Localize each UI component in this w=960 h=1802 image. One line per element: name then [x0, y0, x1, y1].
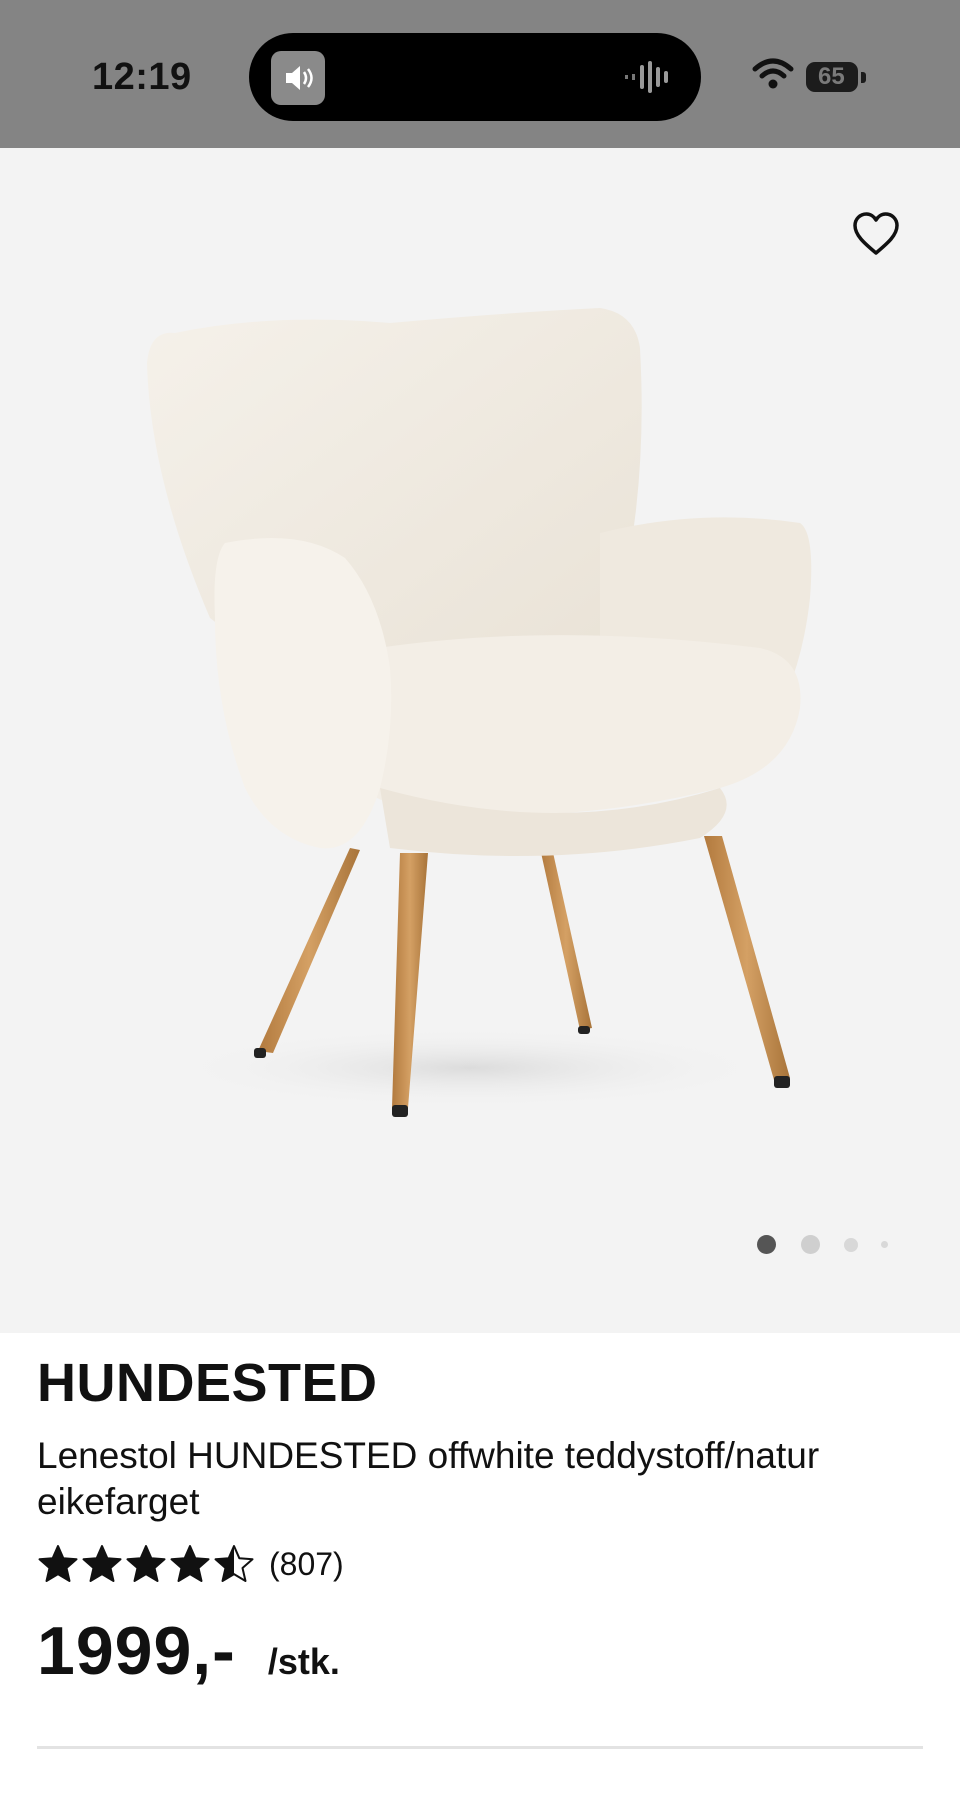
battery-icon: 65: [806, 62, 858, 92]
review-count: (807): [269, 1545, 344, 1582]
pagination-dot-3[interactable]: [844, 1238, 858, 1252]
product-image-chair: [147, 308, 812, 1117]
product-rating[interactable]: (807): [37, 1542, 344, 1586]
status-time: 12:19: [92, 56, 192, 98]
pagination-dot-4[interactable]: [881, 1241, 888, 1248]
product-price: 1999,-: [37, 1613, 236, 1689]
star-full-icon: [126, 1545, 166, 1582]
price-unit: /stk.: [267, 1641, 340, 1682]
battery-level: 65: [818, 63, 845, 90]
wifi-icon: [752, 58, 794, 95]
status-bar: 12:19 65: [0, 0, 960, 148]
dynamic-island[interactable]: [249, 33, 701, 121]
star-full-icon: [82, 1545, 122, 1582]
rating-stars: [37, 1543, 255, 1585]
star-full-icon: [38, 1545, 78, 1582]
battery-cap: [861, 72, 866, 83]
star-half-icon: [214, 1545, 254, 1582]
pagination-dot-1[interactable]: [757, 1235, 776, 1254]
heart-outline-icon[interactable]: [850, 208, 902, 260]
gallery-pagination[interactable]: [754, 1232, 914, 1256]
price-row: 1999,- /stk.: [37, 1612, 340, 1690]
speaker-icon: [271, 51, 325, 105]
star-full-icon: [170, 1545, 210, 1582]
product-description: Lenestol HUNDESTED offwhite teddystoff/n…: [37, 1435, 820, 1522]
divider: [37, 1746, 923, 1749]
product-image-gallery[interactable]: [0, 148, 960, 1333]
product-name: HUNDESTED: [37, 1353, 378, 1413]
audio-wave-icon: [623, 59, 679, 100]
pagination-dot-2[interactable]: [801, 1235, 820, 1254]
